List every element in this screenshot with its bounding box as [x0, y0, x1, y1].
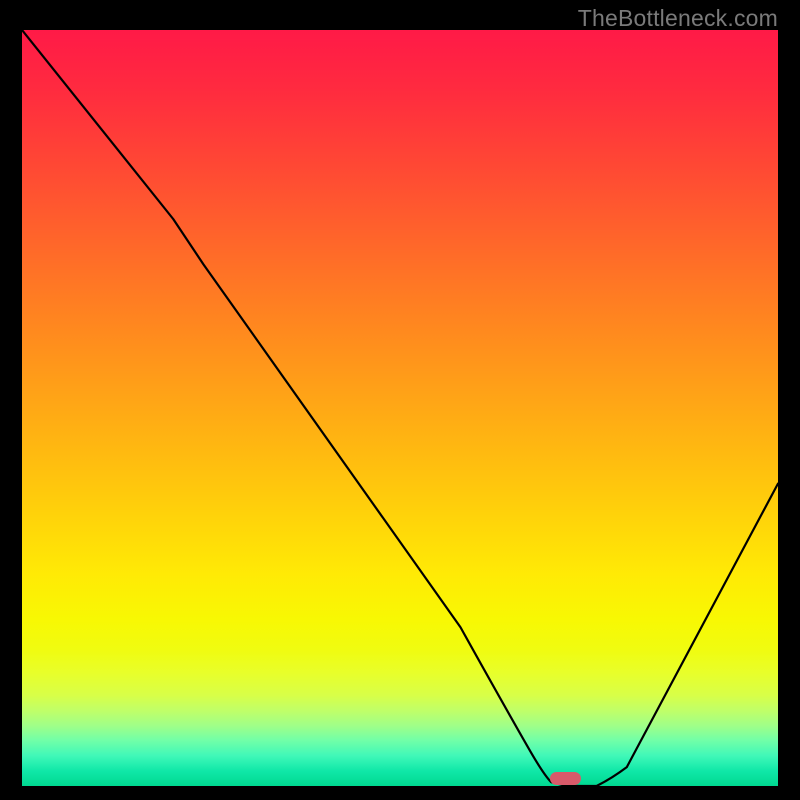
chart-curve — [22, 30, 778, 786]
chart-plot-area — [22, 30, 778, 786]
bottleneck-curve-path — [22, 30, 778, 786]
optimal-marker — [550, 772, 581, 785]
watermark-text: TheBottleneck.com — [578, 5, 778, 32]
